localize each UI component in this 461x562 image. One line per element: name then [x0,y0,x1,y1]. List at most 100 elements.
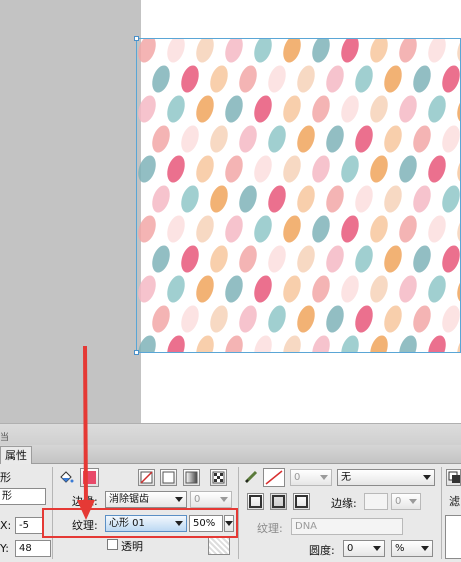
pattern-oval [399,335,417,352]
separator [441,467,442,559]
shape-name-field[interactable]: 形 [0,488,46,505]
pattern-oval [355,305,373,333]
pattern-oval [210,125,228,153]
selection-handle-top-left[interactable] [134,36,139,41]
pattern-oval [442,305,460,333]
pattern-oval [210,305,228,333]
roundness-unit-dropdown[interactable]: % [391,540,433,557]
pattern-oval [167,275,185,303]
pattern-oval [312,39,330,63]
pattern-oval [283,215,301,243]
selection-handle-bottom-left[interactable] [134,350,139,355]
fill-edge-amount[interactable]: 0 [190,491,232,508]
pattern-oval [196,39,214,63]
status-strip: 当 [0,423,461,446]
fill-solid-button[interactable] [160,469,177,486]
pattern-oval [297,65,315,93]
fill-edge-dropdown[interactable]: 消除锯齿 [105,491,187,508]
pattern-oval [181,65,199,93]
stroke-type-value: 无 [341,472,351,483]
pattern-oval [196,275,214,303]
stroke-type-dropdown[interactable]: 无 [337,469,435,486]
pattern-oval [283,39,301,63]
pattern-oval [370,335,388,352]
pattern-oval [428,215,446,243]
pattern-oval [138,215,156,243]
texture-edit-button[interactable] [208,537,230,555]
stroke-edge-field[interactable] [364,493,388,510]
pattern-oval [428,335,446,352]
pattern-rectangle[interactable] [136,38,461,353]
x-field[interactable]: -5 [15,517,43,534]
pattern-oval [210,65,228,93]
tab-properties[interactable]: 属性 [0,446,32,464]
pattern-oval [181,185,199,213]
pattern-oval [428,39,446,63]
pattern-oval [355,245,373,273]
pattern-oval [210,245,228,273]
stroke-texture-field[interactable]: DNA [291,518,403,535]
pattern-oval [312,335,330,352]
y-field[interactable]: 48 [15,540,51,557]
roundness-dropdown[interactable]: 0 [343,540,385,557]
stroke-align-inside-button[interactable] [247,493,264,510]
stroke-color-swatch[interactable] [263,468,285,487]
pattern-oval [254,275,272,303]
texture-highlight-box [42,508,238,538]
fill-none-button[interactable] [138,469,155,486]
pattern-oval [283,155,301,183]
pattern-oval [225,39,243,63]
pattern-oval [355,125,373,153]
fill-pattern-button[interactable] [210,469,227,486]
pattern-oval [239,65,257,93]
pattern-oval [268,65,286,93]
fill-edge-label: 边缘: [72,495,98,508]
pattern-oval [442,245,460,273]
shape-name-value: 形 [2,491,12,502]
pattern-oval [181,125,199,153]
status-text: 当 [0,433,10,443]
pattern-oval [326,65,344,93]
pattern-oval [413,65,431,93]
pattern-oval [413,125,431,153]
pattern-oval [196,95,214,123]
x-value: -5 [19,520,29,531]
paint-bucket-icon[interactable] [58,469,74,485]
pattern-oval [312,155,330,183]
pattern-oval [225,335,243,352]
pattern-oval [442,65,460,93]
pattern-oval [225,155,243,183]
fill-gradient-button[interactable] [183,469,200,486]
stroke-edge-dropdown[interactable]: 0 [391,493,421,510]
pattern-oval [341,215,359,243]
pattern-oval [297,185,315,213]
shape-name-label: 形 [0,471,11,484]
pattern-oval [181,305,199,333]
fill-color-swatch[interactable] [80,468,99,487]
pattern-oval [413,185,431,213]
pattern-oval [355,185,373,213]
pattern-oval [152,125,170,153]
pattern-oval [326,245,344,273]
pattern-oval [399,215,417,243]
stroke-align-center-button[interactable] [270,493,287,510]
pattern-oval [370,95,388,123]
filters-icon[interactable] [446,469,461,486]
transparent-checkbox[interactable] [107,539,118,550]
pattern-oval [457,335,460,352]
roundness-value: 0 [347,543,354,554]
stroke-align-outside-button[interactable] [293,493,310,510]
pattern-oval [283,335,301,352]
stroke-size-dropdown[interactable]: 0 [290,469,332,486]
pattern-oval [341,155,359,183]
pattern-oval [210,185,228,213]
pattern-oval [138,155,156,183]
pencil-icon[interactable] [243,469,259,485]
pattern-oval [326,305,344,333]
filters-list[interactable] [445,515,461,559]
pattern-oval [239,305,257,333]
pattern-oval [370,215,388,243]
fill-edge-amount-value: 0 [194,494,201,505]
stroke-size-value: 0 [294,472,301,483]
pattern-oval [457,155,460,183]
